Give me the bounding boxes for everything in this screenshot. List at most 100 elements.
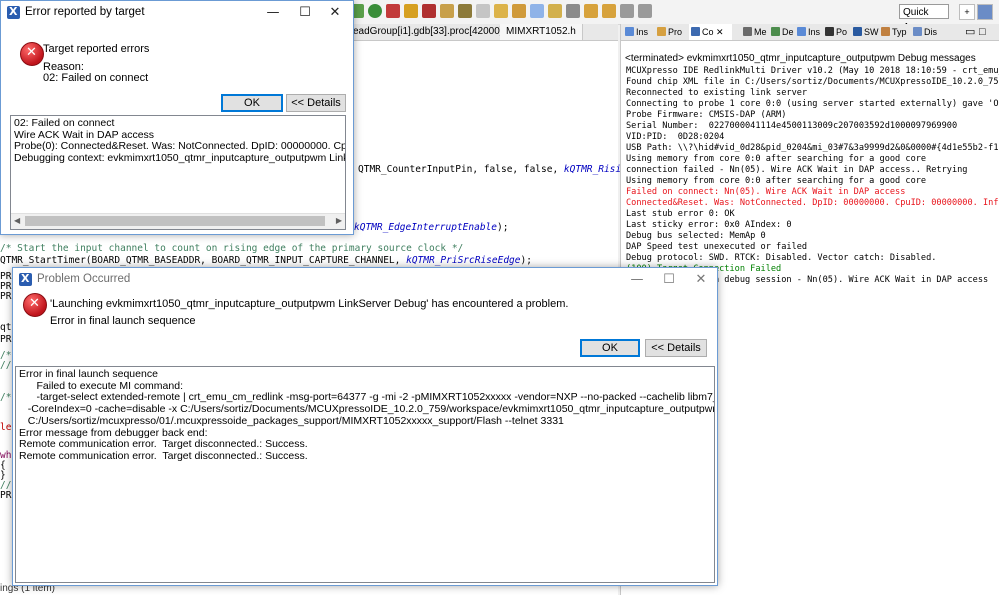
code-line[interactable]: QTMR_StartTimer(BOARD_QTMR_BASEADDR, BOA… xyxy=(0,255,532,266)
view-tab-ins[interactable]: Ins xyxy=(623,24,648,40)
view-tab-typ[interactable]: Typ xyxy=(879,24,907,40)
code-line[interactable]: QTMR_CounterInputPin, false, false, kQTM… xyxy=(358,164,655,175)
close-button[interactable]: ✕ xyxy=(685,268,717,292)
console-line: MCUXpresso IDE RedlinkMulti Driver v10.2… xyxy=(626,66,999,76)
terminate-icon[interactable] xyxy=(422,4,436,18)
open-icon[interactable] xyxy=(494,4,508,18)
console-line: Connecting to probe 1 core 0:0 (using se… xyxy=(626,99,999,109)
console-line: Using memory from core 0:0 after searchi… xyxy=(626,176,927,186)
problem-dialog: Problem Occurred — ☐ ✕ 'Launching evkmim… xyxy=(12,267,718,586)
console-line: USB Path: \\?\hid#vid_0d28&pid_0204&mi_0… xyxy=(626,143,999,153)
console-line: Reconnected to existing link server xyxy=(626,88,808,98)
console-line: Debug bus selected: MemAp 0 xyxy=(626,231,766,241)
view-icon xyxy=(913,27,922,36)
highlight-icon[interactable] xyxy=(530,4,544,18)
console-line: DAP Speed test unexecuted or failed xyxy=(626,242,808,252)
console-output[interactable]: MCUXpresso IDE RedlinkMulti Driver v10.2… xyxy=(626,66,999,286)
console-line: Last stub error 0: OK xyxy=(626,209,735,219)
dialog-titlebar[interactable]: Error reported by target — ☐ ✕ xyxy=(1,1,353,25)
toolbar-icons xyxy=(350,4,652,20)
view-icon xyxy=(743,27,752,36)
view-tab-me[interactable]: Me xyxy=(741,24,767,40)
format-icon[interactable] xyxy=(566,4,580,18)
reason-value: 02: Failed on connect xyxy=(43,72,149,84)
details-button[interactable]: << Details xyxy=(645,339,707,357)
scrollbar-thumb[interactable] xyxy=(25,216,325,226)
console-line: Failed on connect: Nn(05). Wire ACK Wait… xyxy=(626,187,906,197)
view-tab-bar: Ins Pro Co ✕ Me De Ins Po SW Typ Dis ▭ □ xyxy=(621,24,999,41)
view-tab-console[interactable]: Co ✕ xyxy=(689,24,732,40)
error-dialog: Error reported by target — ☐ ✕ Target re… xyxy=(0,0,354,235)
error-icon xyxy=(20,42,44,66)
brush-icon[interactable] xyxy=(512,4,526,18)
view-icon xyxy=(853,27,862,36)
prev-annotation-icon[interactable] xyxy=(602,4,616,18)
editor-tab-disassembly[interactable]: eadGroup[i1].gdb[33].proc[42000]. xyxy=(347,24,513,40)
step-over-icon[interactable] xyxy=(458,4,472,18)
details-line: Error in final launch sequence xyxy=(19,368,158,380)
details-line: C:/Users/sortiz/mcuxpresso/01/.mcuxpress… xyxy=(19,414,564,427)
code-line[interactable]: kQTMR_EdgeInterruptEnable); xyxy=(354,222,508,233)
view-icon xyxy=(825,27,834,36)
run-icon[interactable] xyxy=(368,4,382,18)
ok-button[interactable]: OK xyxy=(580,339,640,357)
code-comment[interactable]: /* Start the input channel to count on r… xyxy=(0,243,463,254)
app-icon xyxy=(19,272,32,286)
dialog-titlebar[interactable]: Problem Occurred — ☐ ✕ xyxy=(13,268,717,292)
view-icon xyxy=(657,27,666,36)
details-text-area[interactable]: Error in final launch sequence Failed to… xyxy=(15,366,715,583)
app-icon xyxy=(7,5,20,19)
view-icon xyxy=(625,27,634,36)
console-line: Last sticky error: 0x0 AIndex: 0 xyxy=(626,220,792,230)
minimize-button[interactable]: — xyxy=(257,1,289,25)
details-line: Debugging context: evkmimxrt1050_qtmr_in… xyxy=(14,152,345,165)
console-line: Probe Firmware: CMSIS-DAP (ARM) xyxy=(626,110,787,120)
open-perspective-icon[interactable]: + xyxy=(959,4,975,20)
minimize-view-icon[interactable]: ▭ xyxy=(965,24,975,40)
quick-access-field[interactable]: Quick Access xyxy=(899,4,949,33)
view-tab-pro[interactable]: Pro xyxy=(655,24,682,40)
problem-subtitle: Error in final launch sequence xyxy=(50,315,196,327)
horizontal-scrollbar[interactable]: ◀ ▶ xyxy=(11,213,345,229)
details-button[interactable]: << Details xyxy=(286,94,346,112)
problem-message: 'Launching evkmimxrt1050_qtmr_inputcaptu… xyxy=(50,298,569,310)
view-tab-de[interactable]: De xyxy=(769,24,794,40)
editor-tab-header[interactable]: MIMXRT1052.h xyxy=(500,24,583,40)
view-tab-dis[interactable]: Dis xyxy=(911,24,937,40)
step-into-icon[interactable] xyxy=(440,4,454,18)
view-icon xyxy=(771,27,780,36)
error-message: Target reported errors xyxy=(43,43,150,55)
scroll-right-icon[interactable]: ▶ xyxy=(336,216,342,225)
console-line: Found chip XML file in C:/Users/sortiz/D… xyxy=(626,77,999,87)
console-header: <terminated> evkmimxrt1050_qtmr_inputcap… xyxy=(625,53,976,64)
pin-icon[interactable] xyxy=(548,4,562,18)
step-return-icon[interactable] xyxy=(476,4,490,18)
details-line: Remote communication error. Target disco… xyxy=(19,449,308,462)
suspend-icon[interactable] xyxy=(404,4,418,18)
details-line: 02: Failed on connect xyxy=(14,117,115,129)
cdt-perspective-icon[interactable] xyxy=(977,4,993,20)
view-tab-ins2[interactable]: Ins xyxy=(795,24,820,40)
minimize-button[interactable]: — xyxy=(621,268,653,292)
error-icon xyxy=(23,293,47,317)
view-tab-po[interactable]: Po xyxy=(823,24,847,40)
dialog-title: Problem Occurred xyxy=(37,273,131,285)
stop-icon[interactable] xyxy=(386,4,400,18)
back-icon[interactable] xyxy=(620,4,634,18)
console-line: Serial Number: 0227000041114e4500113009c… xyxy=(626,121,958,131)
maximize-view-icon[interactable]: □ xyxy=(979,24,986,40)
close-button[interactable]: ✕ xyxy=(319,1,351,25)
view-tab-sw[interactable]: SW xyxy=(851,24,879,40)
console-line: Using memory from core 0:0 after searchi… xyxy=(626,154,927,164)
ok-button[interactable]: OK xyxy=(221,94,283,112)
view-icon xyxy=(881,27,890,36)
next-annotation-icon[interactable] xyxy=(584,4,598,18)
scroll-left-icon[interactable]: ◀ xyxy=(14,216,20,225)
maximize-button[interactable]: ☐ xyxy=(289,1,321,25)
console-line: Connected&Reset. Was: NotConnected. DpID… xyxy=(626,198,999,208)
dialog-title: Error reported by target xyxy=(25,6,145,18)
forward-icon[interactable] xyxy=(638,4,652,18)
console-line: Debug protocol: SWD. RTCK: Disabled. Vec… xyxy=(626,253,937,263)
maximize-button[interactable]: ☐ xyxy=(653,268,685,292)
details-text-area[interactable]: 02: Failed on connect Wire ACK Wait in DA… xyxy=(10,115,346,230)
